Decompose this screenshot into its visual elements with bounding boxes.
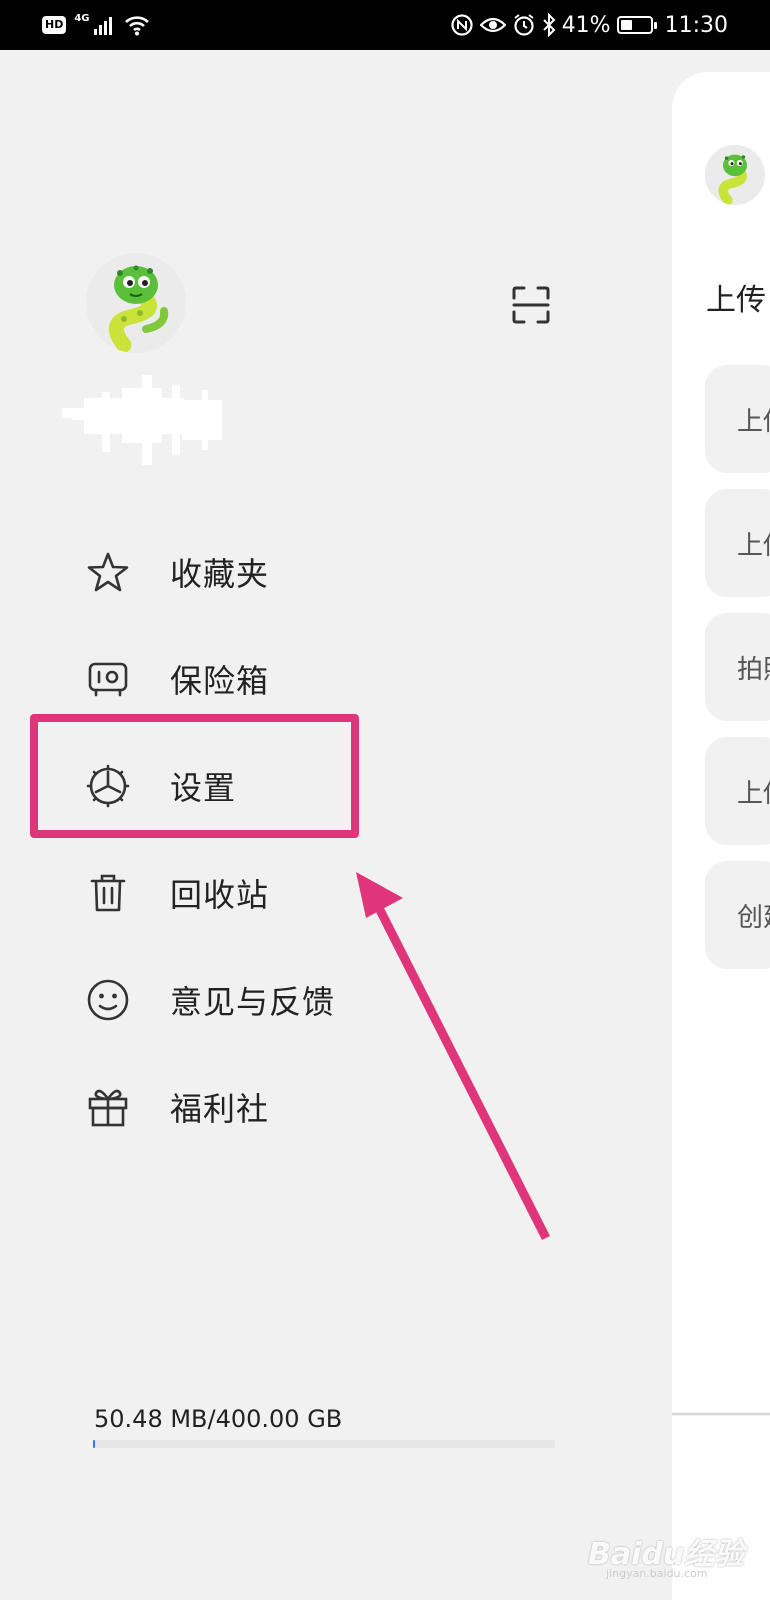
panel-card[interactable]: 上传 (705, 489, 770, 597)
panel-avatar[interactable] (705, 145, 765, 205)
menu-item-label: 福利社 (170, 1090, 270, 1128)
battery-level (620, 20, 633, 30)
safe-icon (86, 657, 130, 701)
battery-percent: 41% (561, 12, 611, 38)
battery-icon (616, 16, 657, 34)
alarm-icon (514, 14, 534, 36)
panel-card[interactable]: 上传 (705, 737, 770, 845)
signal-icon (93, 17, 112, 35)
menu-item-label: 收藏夹 (170, 555, 270, 593)
panel-card[interactable]: 创建 (705, 861, 770, 969)
annotation-highlight-box (30, 714, 359, 838)
panel-card[interactable]: 上传 (705, 365, 770, 473)
hd-badge: HD (42, 16, 67, 34)
menu-item-label: 保险箱 (170, 662, 270, 700)
storage-progress-bar (93, 1440, 555, 1448)
menu-item-recycle-bin[interactable]: 回收站 (86, 861, 506, 925)
menu-item-safe[interactable]: 保险箱 (86, 647, 506, 711)
baidu-watermark: Baidu经验 jingyan.baidu.com (588, 1515, 770, 1585)
network-type-label: 4G (74, 13, 90, 24)
menu-item-favorites[interactable]: 收藏夹 (86, 540, 506, 604)
menu-item-welfare[interactable]: 福利社 (86, 1075, 506, 1139)
star-icon (86, 550, 130, 594)
watermark-url: jingyan.baidu.com (606, 1567, 708, 1580)
storage-usage-text: 50.48 MB/400.00 GB (94, 1405, 343, 1433)
user-avatar[interactable] (86, 253, 186, 353)
status-bar: HD 4G 41% 11:30 (0, 0, 770, 50)
nfc-icon (451, 14, 473, 36)
gift-icon (86, 1085, 130, 1129)
menu-item-feedback[interactable]: 意见与反馈 (86, 968, 506, 1032)
menu-item-label: 回收站 (170, 876, 270, 914)
menu-item-label: 意见与反馈 (170, 983, 336, 1021)
panel-divider (672, 1413, 770, 1415)
username-redacted (62, 375, 222, 465)
clock: 11:30 (664, 12, 728, 38)
bluetooth-icon (542, 13, 556, 37)
panel-card[interactable]: 拍照 (705, 613, 770, 721)
storage-progress-fill (93, 1440, 95, 1448)
panel-title: 上传 (706, 283, 766, 318)
eye-comfort-icon (479, 17, 506, 33)
smiley-icon (86, 978, 130, 1022)
wifi-icon (124, 16, 149, 36)
trash-icon (86, 871, 130, 915)
scan-icon[interactable] (512, 286, 550, 324)
